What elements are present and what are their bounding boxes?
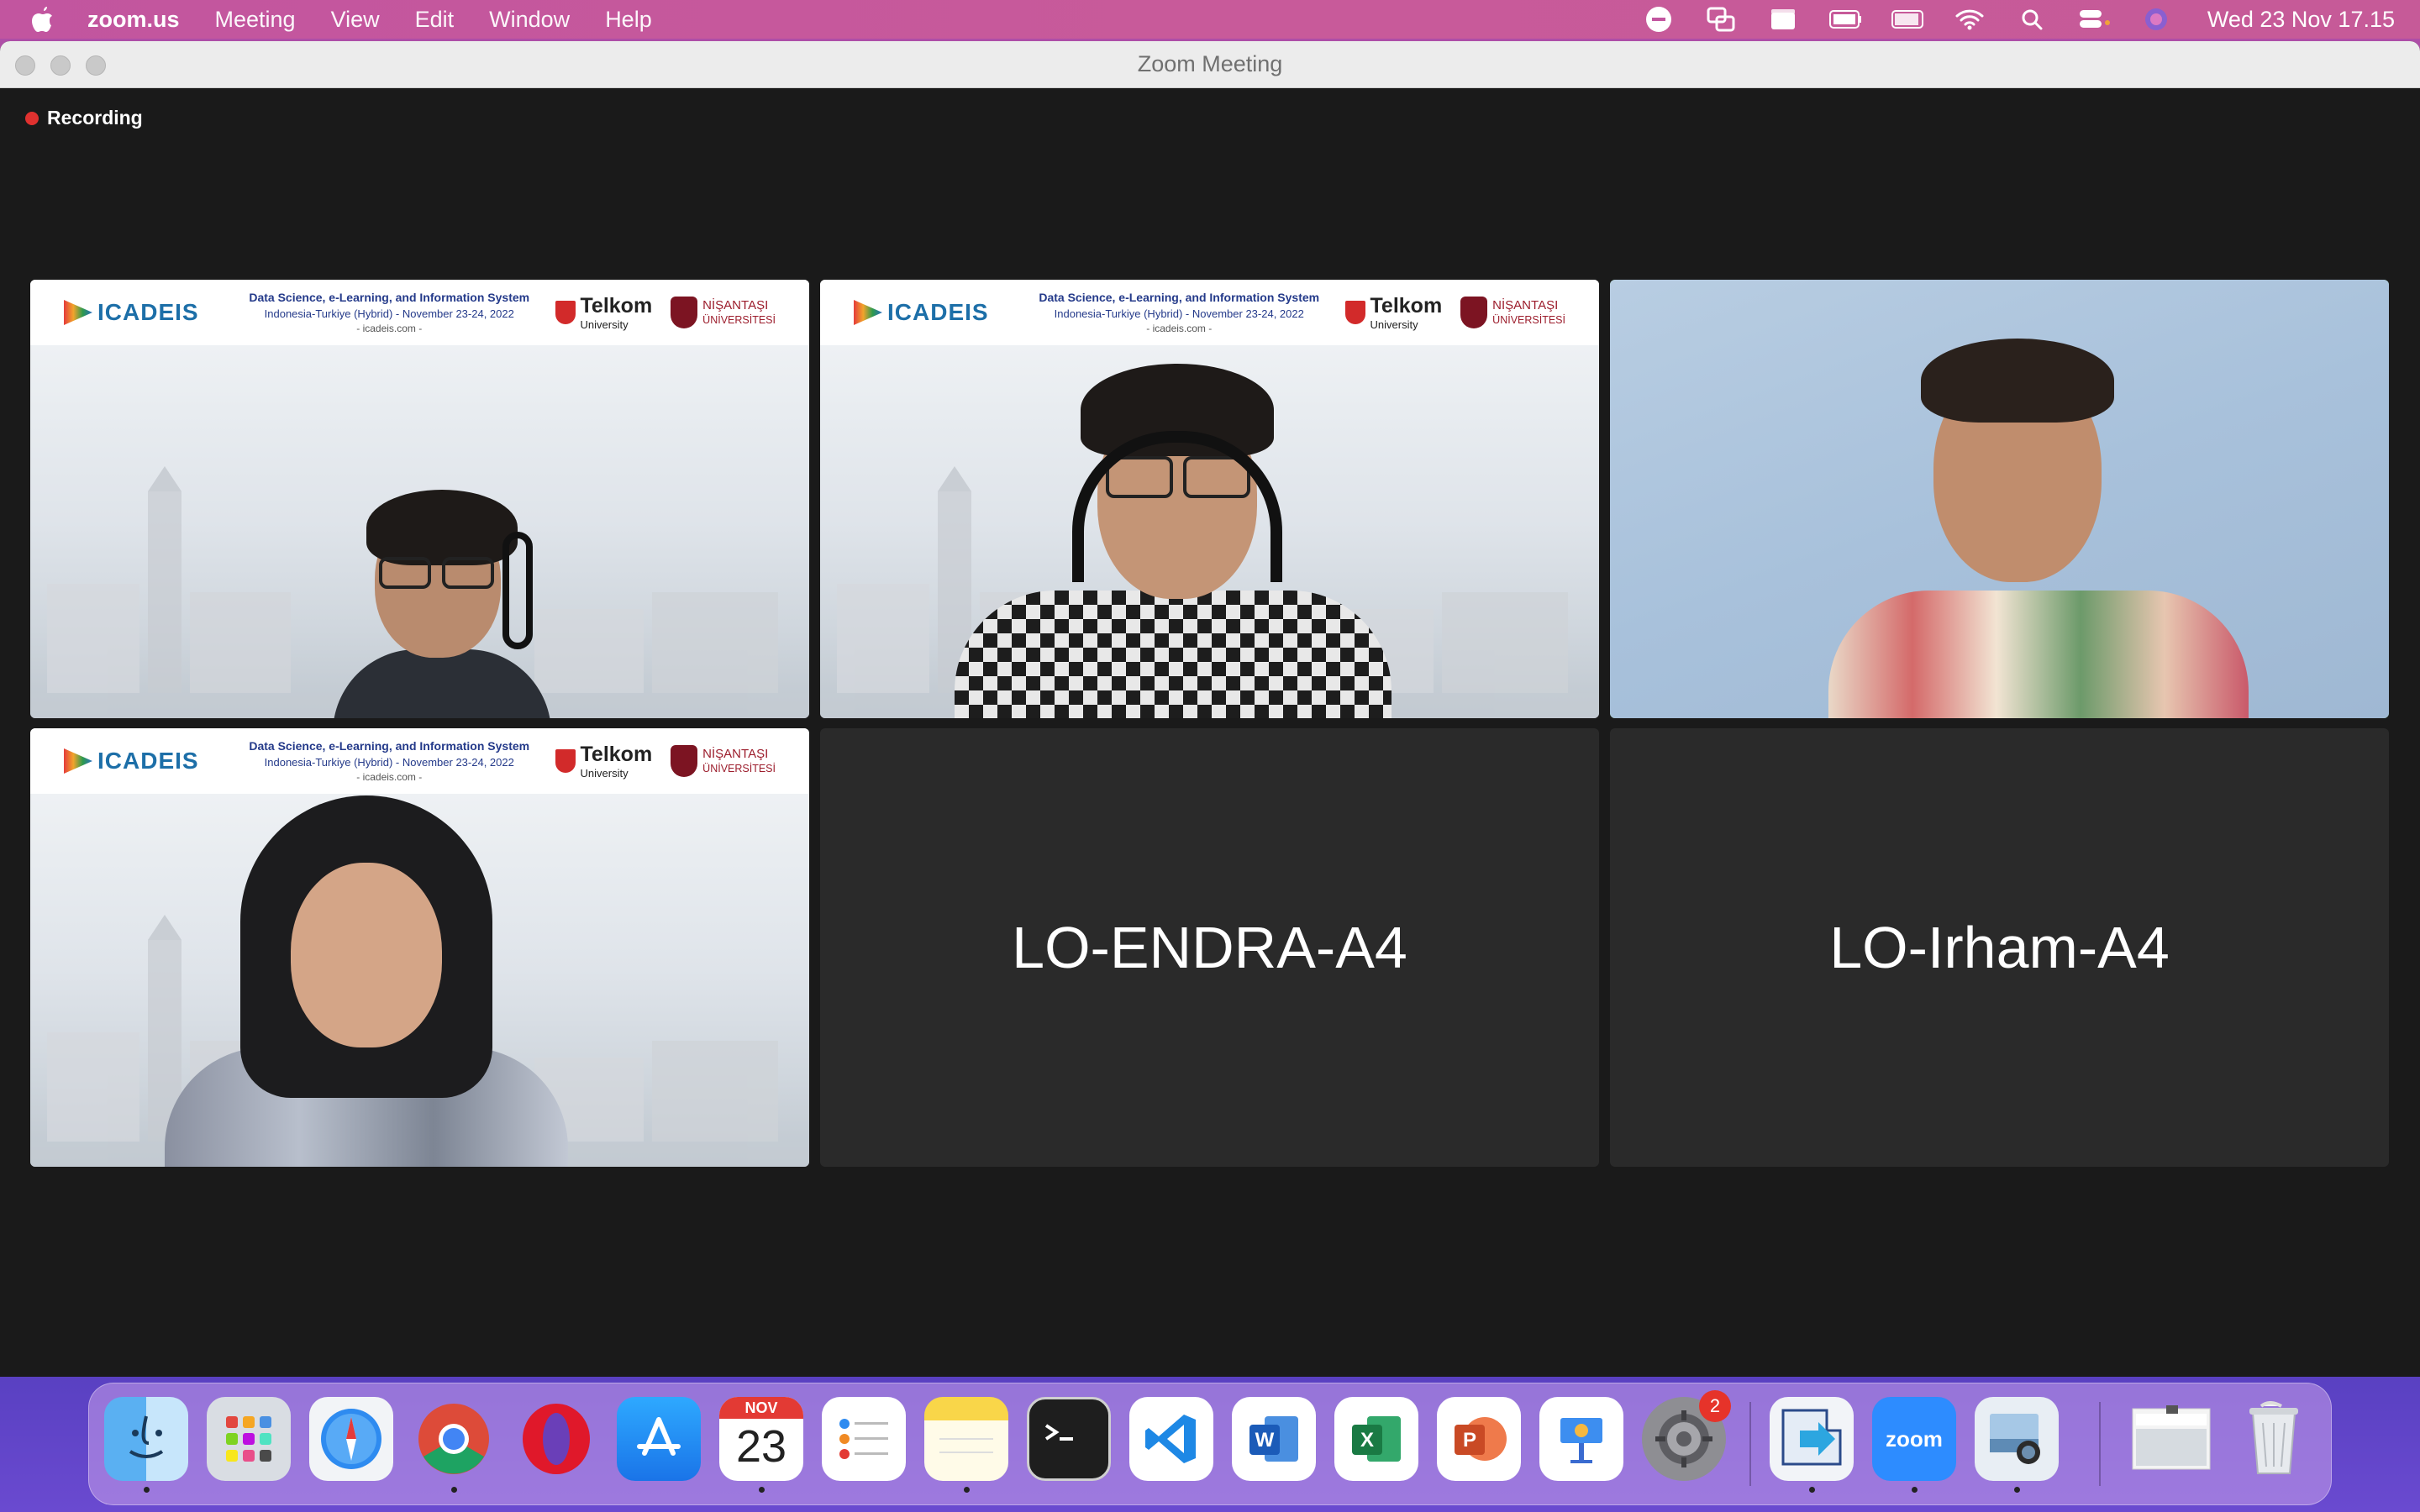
calendar-month: NOV xyxy=(719,1397,803,1419)
banner-text: Data Science, e-Learning, and Informatio… xyxy=(224,739,555,783)
banner-line1: Data Science, e-Learning, and Informatio… xyxy=(249,739,530,753)
event-banner: ICADEIS Data Science, e-Learning, and In… xyxy=(30,728,809,794)
powerpoint-icon[interactable]: P xyxy=(1437,1397,1521,1481)
notes-icon[interactable] xyxy=(924,1397,1008,1493)
dock: NOV 23 W X P 2 zoom xyxy=(88,1383,2332,1505)
participant-video xyxy=(282,465,635,718)
icadeis-logo: ICADEIS xyxy=(64,299,224,326)
window-titlebar: Zoom Meeting xyxy=(0,41,2420,88)
svg-text:X: X xyxy=(1360,1429,1374,1452)
banner-text: Data Science, e-Learning, and Informatio… xyxy=(1013,291,1345,334)
menu-clock[interactable]: Wed 23 Nov 17.15 xyxy=(2207,7,2395,33)
system-settings-icon[interactable]: 2 xyxy=(1642,1390,1731,1481)
svg-text:P: P xyxy=(1463,1429,1476,1452)
nisantasi-logo: NİŞANTAŞI ÜNİVERSİTESİ xyxy=(1460,297,1565,328)
status-area: Wed 23 Nov 17.15 xyxy=(1643,0,2395,39)
participant-name: LO-ENDRA-A4 xyxy=(1012,915,1407,980)
dock-separator xyxy=(1749,1402,1751,1486)
trash-icon[interactable] xyxy=(2232,1397,2316,1481)
opera-icon[interactable] xyxy=(514,1397,598,1481)
icadeis-logo: ICADEIS xyxy=(64,748,224,774)
recording-label: Recording xyxy=(47,107,143,129)
excel-icon[interactable]: X xyxy=(1334,1397,1418,1481)
telkom-logo: Telkom University xyxy=(1344,294,1442,331)
battery-ext-icon[interactable] xyxy=(1828,7,1861,32)
vscode-icon[interactable] xyxy=(1129,1397,1213,1481)
svg-text:W: W xyxy=(1255,1429,1275,1452)
participant-tile[interactable]: ICADEIS Data Science, e-Learning, and In… xyxy=(30,280,809,718)
banner-line3: - icadeis.com - xyxy=(356,771,423,783)
banner-line1: Data Science, e-Learning, and Informatio… xyxy=(249,291,530,304)
chrome-icon[interactable] xyxy=(412,1397,496,1493)
stop-icon[interactable] xyxy=(1643,7,1675,32)
banner-line2: Indonesia-Turkiye (Hybrid) - November 23… xyxy=(264,307,514,320)
recent-window-icon[interactable] xyxy=(2129,1397,2213,1481)
nisantasi-logo: NİŞANTAŞI ÜNİVERSİTESİ xyxy=(671,297,776,328)
recording-dot-icon xyxy=(25,111,39,125)
nisantasi-logo: NİŞANTAŞI ÜNİVERSİTESİ xyxy=(671,745,776,777)
dock-separator xyxy=(2099,1402,2101,1486)
launchpad-icon[interactable] xyxy=(207,1397,291,1481)
participant-tile[interactable]: ICADEIS Data Science, e-Learning, and In… xyxy=(30,728,809,1167)
settings-badge: 2 xyxy=(1699,1390,1731,1422)
calendar-day: 23 xyxy=(735,1421,787,1472)
participant-video xyxy=(1795,313,2265,718)
banner-line3: - icadeis.com - xyxy=(1146,323,1213,334)
zoom-icon-label: zoom xyxy=(1886,1425,1943,1452)
participant-tile[interactable]: ICADEIS Data Science, e-Learning, and In… xyxy=(820,280,1599,718)
preview-icon[interactable] xyxy=(1975,1397,2059,1493)
minimize-button[interactable] xyxy=(50,55,71,76)
banner-line1: Data Science, e-Learning, and Informatio… xyxy=(1039,291,1320,304)
wifi-icon[interactable] xyxy=(1954,7,1986,32)
app-store-icon[interactable] xyxy=(617,1397,701,1481)
zoom-window: Zoom Meeting Recording ICADEIS Data Scie… xyxy=(0,41,2420,1377)
participant-tile[interactable]: LO-Irham-A4 xyxy=(1610,728,2389,1167)
safari-icon[interactable] xyxy=(309,1397,393,1481)
menu-view[interactable]: View xyxy=(331,7,380,33)
word-icon[interactable]: W xyxy=(1232,1397,1316,1481)
transfer-icon[interactable] xyxy=(1770,1397,1854,1493)
clapper-icon[interactable] xyxy=(1767,7,1799,32)
zoom-window-button[interactable] xyxy=(86,55,106,76)
battery-icon[interactable] xyxy=(1891,7,1923,32)
window-controls xyxy=(15,55,106,76)
calendar-icon[interactable]: NOV 23 xyxy=(719,1397,803,1493)
screen-mirror-icon[interactable] xyxy=(1705,7,1737,32)
telkom-logo: Telkom University xyxy=(555,743,652,780)
menu-window[interactable]: Window xyxy=(489,7,570,33)
control-center-icon[interactable] xyxy=(2078,7,2110,32)
terminal-icon[interactable] xyxy=(1027,1397,1111,1481)
participant-video xyxy=(165,795,568,1167)
recording-indicator[interactable]: Recording xyxy=(25,107,143,129)
icadeis-logo: ICADEIS xyxy=(854,299,1013,326)
reminders-icon[interactable] xyxy=(822,1397,906,1481)
zoom-icon[interactable]: zoom xyxy=(1872,1397,1956,1493)
banner-line2: Indonesia-Turkiye (Hybrid) - November 23… xyxy=(264,756,514,769)
event-banner: ICADEIS Data Science, e-Learning, and In… xyxy=(30,280,809,345)
telkom-logo: Telkom University xyxy=(555,294,652,331)
close-button[interactable] xyxy=(15,55,35,76)
menu-help[interactable]: Help xyxy=(605,7,652,33)
finder-icon[interactable] xyxy=(104,1397,188,1493)
banner-text: Data Science, e-Learning, and Informatio… xyxy=(224,291,555,334)
menu-meeting[interactable]: Meeting xyxy=(215,7,296,33)
banner-line3: - icadeis.com - xyxy=(356,323,423,334)
menu-bar: zoom.us Meeting View Edit Window Help We… xyxy=(0,0,2420,39)
participant-tile[interactable]: LO-ENDRA-A4 xyxy=(820,728,1599,1167)
keynote-icon[interactable] xyxy=(1539,1397,1623,1481)
participant-tile-active-speaker[interactable] xyxy=(1610,280,2389,718)
banner-line2: Indonesia-Turkiye (Hybrid) - November 23… xyxy=(1054,307,1304,320)
participant-video xyxy=(938,347,1408,718)
apple-menu-icon[interactable] xyxy=(32,7,54,32)
siri-icon[interactable] xyxy=(2140,7,2172,32)
window-title: Zoom Meeting xyxy=(1137,51,1283,76)
menu-edit[interactable]: Edit xyxy=(415,7,455,33)
participant-name: LO-Irham-A4 xyxy=(1829,915,2170,980)
event-banner: ICADEIS Data Science, e-Learning, and In… xyxy=(820,280,1599,345)
search-icon[interactable] xyxy=(2016,7,2048,32)
menu-app-name[interactable]: zoom.us xyxy=(87,7,180,33)
